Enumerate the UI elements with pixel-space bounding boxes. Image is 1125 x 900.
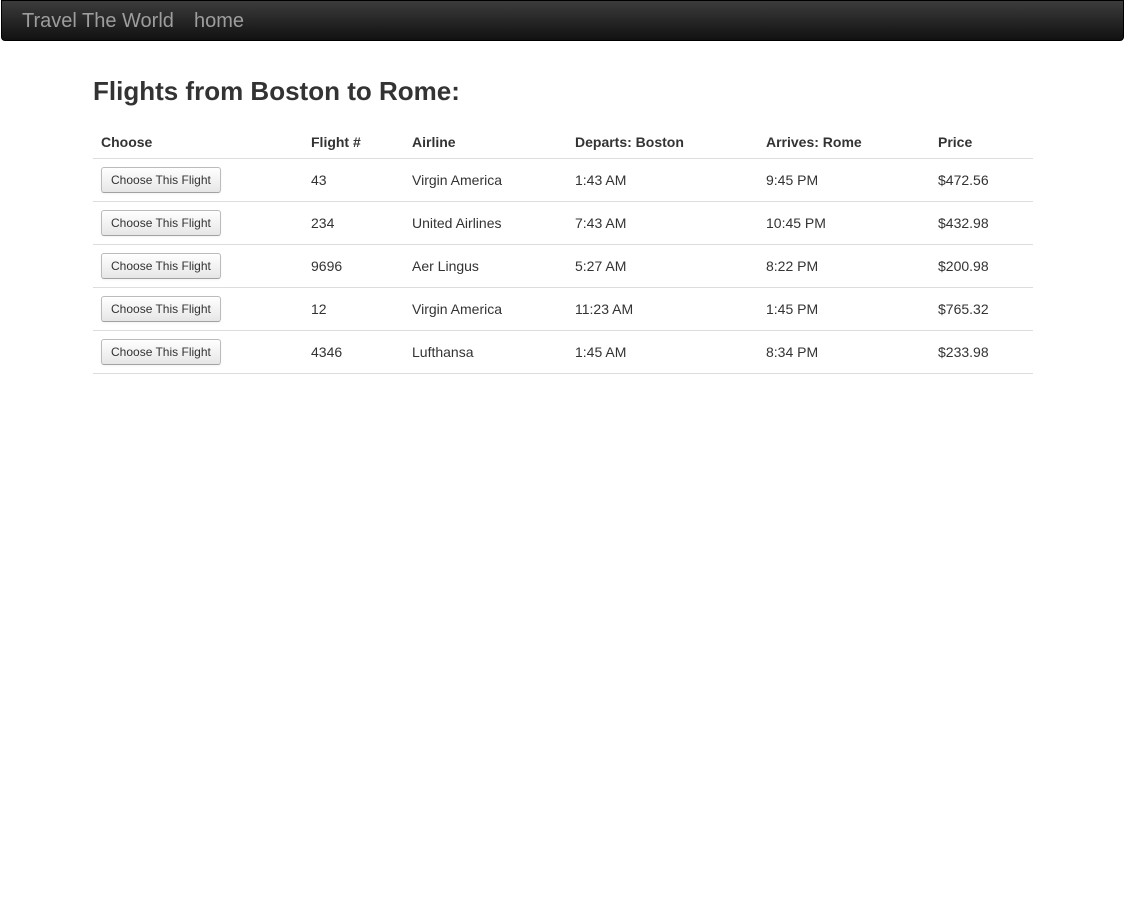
cell-airline: United Airlines [404,201,567,245]
brand-link[interactable]: Travel The World [22,9,174,33]
header-departs: Departs: Boston [567,125,758,159]
cell-departs: 1:45 AM [567,330,758,374]
cell-departs: 7:43 AM [567,201,758,245]
cell-arrives: 8:22 PM [758,244,930,288]
cell-price: $472.56 [930,158,1033,202]
cell-choose: Choose This Flight [93,201,303,245]
cell-flight-number: 4346 [303,330,404,374]
header-arrives: Arrives: Rome [758,125,930,159]
cell-airline: Virgin America [404,158,567,202]
cell-departs: 11:23 AM [567,287,758,331]
table-header: Choose Flight # Airline Departs: Boston … [93,125,1033,159]
cell-choose: Choose This Flight [93,244,303,288]
cell-arrives: 10:45 PM [758,201,930,245]
cell-choose: Choose This Flight [93,287,303,331]
cell-choose: Choose This Flight [93,330,303,374]
table-row: Choose This Flight 9696 Aer Lingus 5:27 … [93,244,1033,288]
nav-home-link[interactable]: home [194,9,244,33]
main-content: Flights from Boston to Rome: Choose Flig… [93,76,1033,374]
cell-departs: 5:27 AM [567,244,758,288]
top-navbar: Travel The World home [1,0,1124,41]
table-row: Choose This Flight 234 United Airlines 7… [93,201,1033,245]
cell-airline: Aer Lingus [404,244,567,288]
cell-flight-number: 43 [303,158,404,202]
cell-flight-number: 12 [303,287,404,331]
choose-flight-button[interactable]: Choose This Flight [101,210,221,236]
cell-arrives: 9:45 PM [758,158,930,202]
header-airline: Airline [404,125,567,159]
choose-flight-button[interactable]: Choose This Flight [101,167,221,193]
cell-choose: Choose This Flight [93,158,303,202]
cell-airline: Lufthansa [404,330,567,374]
flights-table: Choose Flight # Airline Departs: Boston … [93,125,1033,374]
cell-airline: Virgin America [404,287,567,331]
page-title: Flights from Boston to Rome: [93,76,460,106]
cell-arrives: 8:34 PM [758,330,930,374]
cell-price: $200.98 [930,244,1033,288]
cell-flight-number: 9696 [303,244,404,288]
cell-departs: 1:43 AM [567,158,758,202]
choose-flight-button[interactable]: Choose This Flight [101,339,221,365]
header-price: Price [930,125,1033,159]
header-row: Choose Flight # Airline Departs: Boston … [93,125,1033,159]
cell-arrives: 1:45 PM [758,287,930,331]
header-flight-number: Flight # [303,125,404,159]
table-row: Choose This Flight 4346 Lufthansa 1:45 A… [93,330,1033,374]
cell-flight-number: 234 [303,201,404,245]
cell-price: $432.98 [930,201,1033,245]
choose-flight-button[interactable]: Choose This Flight [101,253,221,279]
cell-price: $765.32 [930,287,1033,331]
table-body: Choose This Flight 43 Virgin America 1:4… [93,158,1033,374]
choose-flight-button[interactable]: Choose This Flight [101,296,221,322]
table-row: Choose This Flight 12 Virgin America 11:… [93,287,1033,331]
cell-price: $233.98 [930,330,1033,374]
header-choose: Choose [93,125,303,159]
table-row: Choose This Flight 43 Virgin America 1:4… [93,158,1033,202]
